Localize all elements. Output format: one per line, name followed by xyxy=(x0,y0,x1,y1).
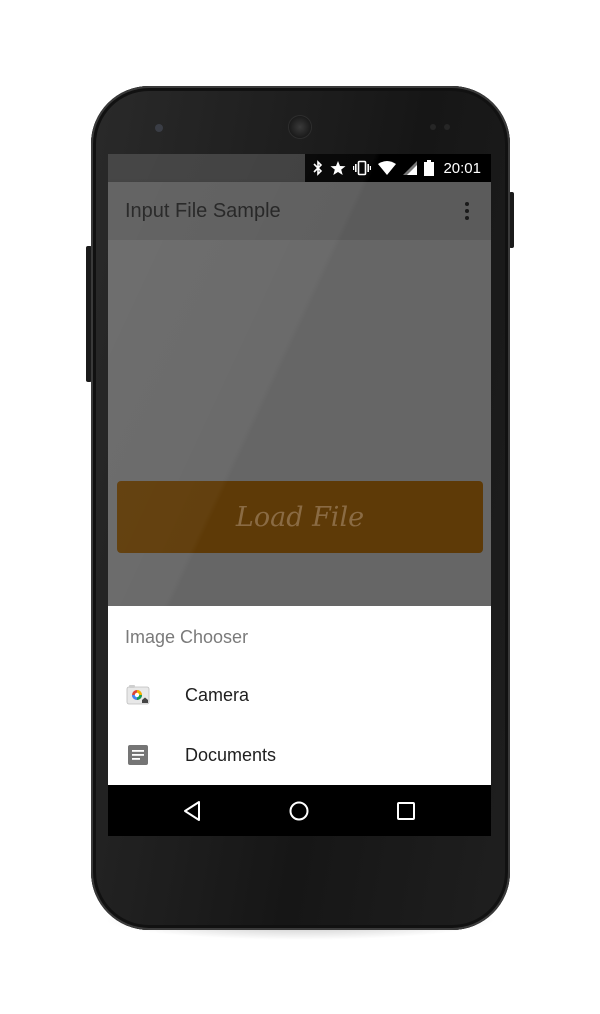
wifi-icon xyxy=(378,161,397,175)
earpiece-speaker xyxy=(289,116,311,138)
bluetooth-icon xyxy=(313,160,323,176)
star-icon xyxy=(330,161,346,175)
battery-icon xyxy=(424,160,435,176)
proximity-sensor xyxy=(430,124,452,130)
app-bar: Input File Sample xyxy=(108,182,491,240)
status-bar: 20:01 xyxy=(108,154,491,182)
chooser-item-label: Camera xyxy=(185,685,250,705)
device-screen: 20:01 Input File Sample Load File Image … xyxy=(108,154,491,836)
back-icon[interactable] xyxy=(180,798,206,824)
status-icons: 20:01 xyxy=(305,154,491,182)
app-title: Input File Sample xyxy=(125,200,281,222)
front-camera xyxy=(155,124,163,132)
image-chooser-sheet: Image Chooser Camera Documents xyxy=(108,606,491,785)
more-vert-icon[interactable] xyxy=(457,200,477,222)
vibrate-icon xyxy=(353,160,372,176)
chooser-item-camera[interactable]: Camera xyxy=(108,668,491,724)
chooser-title: Image Chooser xyxy=(125,627,249,647)
camera-app-icon xyxy=(126,685,150,705)
status-time: 20:01 xyxy=(443,159,481,177)
chooser-item-documents[interactable]: Documents xyxy=(108,728,491,784)
cellular-signal-icon xyxy=(403,161,418,175)
home-icon[interactable] xyxy=(286,798,312,824)
chooser-item-label: Documents xyxy=(185,745,277,765)
documents-icon xyxy=(128,745,148,765)
navigation-bar xyxy=(108,785,491,836)
load-file-button[interactable]: Load File xyxy=(117,481,483,553)
recents-icon[interactable] xyxy=(393,798,419,824)
